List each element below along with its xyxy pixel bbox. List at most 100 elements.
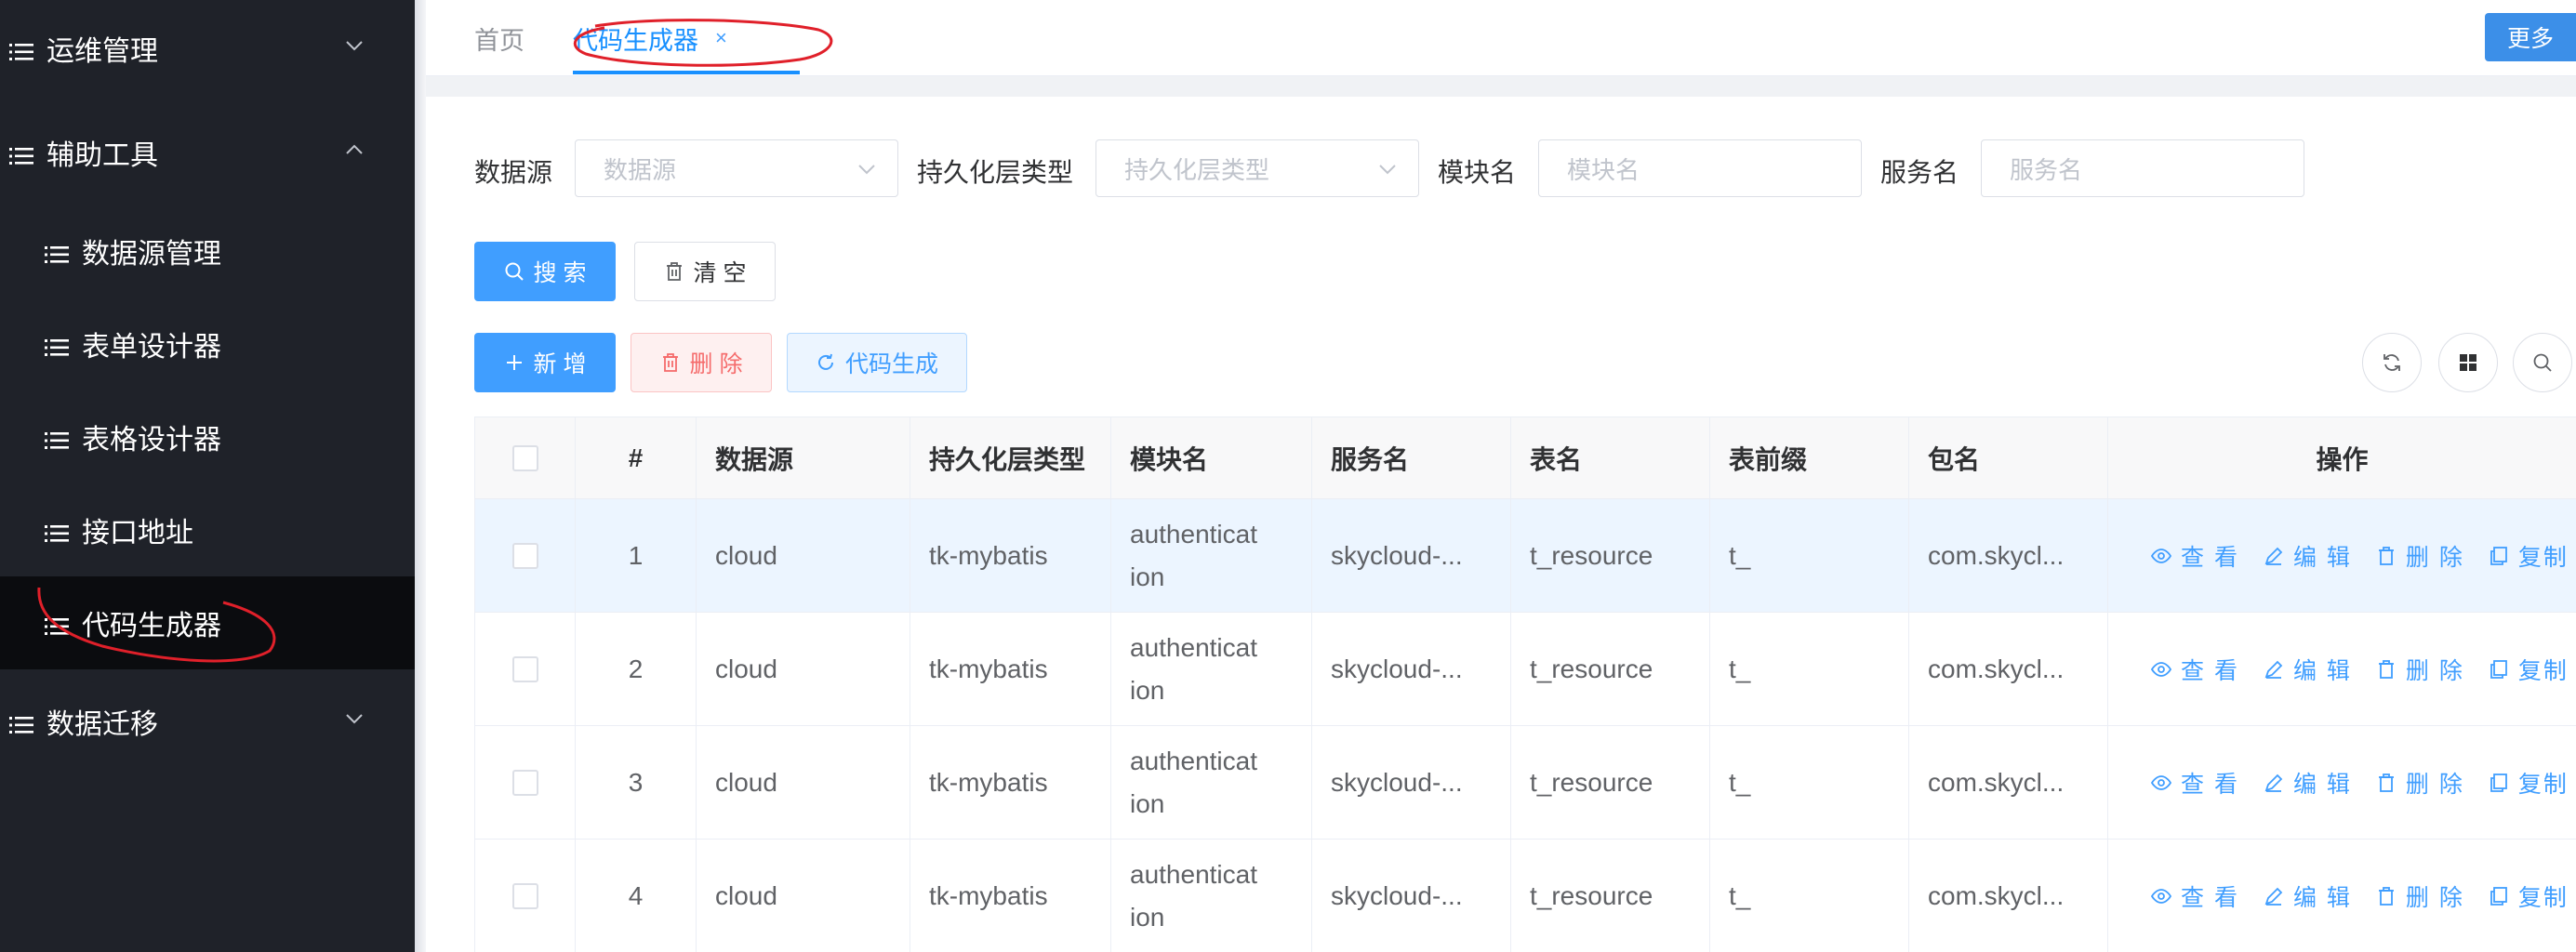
chevron-down-icon bbox=[346, 41, 363, 51]
refresh-table-button[interactable] bbox=[2362, 333, 2422, 392]
pencil-icon bbox=[2264, 774, 2283, 792]
row-service: skycloud-... bbox=[1312, 840, 1511, 952]
edit-button[interactable]: 编 辑 bbox=[2264, 879, 2352, 913]
list-icon bbox=[9, 711, 33, 734]
module-name-label: 模块名 bbox=[1438, 158, 1517, 187]
delete-label: 删 除 bbox=[2405, 884, 2464, 911]
header-cell: 持久化层类型 bbox=[910, 417, 1111, 498]
row-package: com.skycl... bbox=[1909, 840, 2108, 952]
copy-icon bbox=[2490, 886, 2507, 906]
row-datasource: cloud bbox=[697, 499, 910, 612]
delete-label: 删 除 bbox=[2405, 544, 2464, 571]
copy-icon bbox=[2490, 546, 2507, 565]
row-actions: 查 看 编 辑 删 除 复制 bbox=[2108, 840, 2576, 952]
row-datasource: cloud bbox=[697, 613, 910, 725]
more-button[interactable]: 更多 bbox=[2485, 13, 2576, 61]
search-button[interactable]: 搜 索 bbox=[474, 242, 616, 301]
persist-type-select[interactable]: 持久化层类型 bbox=[1095, 139, 1419, 197]
row-select-cell bbox=[475, 613, 576, 725]
close-icon[interactable]: × bbox=[715, 26, 727, 50]
add-button-label: 新 增 bbox=[533, 351, 587, 377]
sidebar-item-api-address[interactable]: 接口地址 bbox=[0, 483, 415, 576]
row-package: com.skycl... bbox=[1909, 726, 2108, 839]
row-module-cell: authentication bbox=[1111, 499, 1312, 612]
view-button[interactable]: 查 看 bbox=[2151, 539, 2239, 573]
row-table-name: t_resource bbox=[1511, 613, 1710, 725]
columns-toggle-button[interactable] bbox=[2438, 333, 2498, 392]
service-name-label: 服务名 bbox=[1880, 158, 1959, 187]
grid-icon bbox=[2460, 354, 2476, 371]
copy-button[interactable]: 复制 bbox=[2489, 653, 2569, 686]
main-content: 数据源 数据源 持久化层类型 持久化层类型 模块名 模块名 服务名 服务名 搜 … bbox=[426, 97, 2576, 952]
delete-row-button[interactable]: 删 除 bbox=[2376, 539, 2464, 573]
eye-icon bbox=[2151, 548, 2171, 563]
row-index: 3 bbox=[576, 726, 697, 839]
row-checkbox[interactable] bbox=[511, 542, 538, 569]
tab-home[interactable]: 首页 bbox=[474, 0, 524, 76]
tab-bar: 首页 代码生成器 × 更多 bbox=[426, 0, 2576, 76]
table-row[interactable]: 2 cloud tk-mybatis authentication skyclo… bbox=[475, 613, 2576, 726]
delete-row-button[interactable]: 删 除 bbox=[2376, 879, 2464, 913]
row-prefix: t_ bbox=[1710, 840, 1909, 952]
generate-code-button-label: 代码生成 bbox=[844, 351, 938, 377]
sidebar-item-tools[interactable]: 辅助工具 bbox=[0, 106, 415, 199]
row-checkbox[interactable] bbox=[511, 769, 538, 796]
module-name-input[interactable]: 模块名 bbox=[1538, 139, 1862, 197]
copy-button[interactable]: 复制 bbox=[2489, 766, 2569, 800]
view-button[interactable]: 查 看 bbox=[2151, 879, 2239, 913]
edit-button[interactable]: 编 辑 bbox=[2264, 539, 2352, 573]
row-checkbox[interactable] bbox=[511, 882, 538, 909]
row-index: 4 bbox=[576, 840, 697, 952]
delete-row-button[interactable]: 删 除 bbox=[2376, 766, 2464, 800]
view-button[interactable]: 查 看 bbox=[2151, 653, 2239, 686]
sidebar-item-datasource[interactable]: 数据源管理 bbox=[0, 205, 415, 298]
row-checkbox[interactable] bbox=[511, 655, 538, 682]
view-label: 查 看 bbox=[2181, 884, 2239, 911]
edit-label: 编 辑 bbox=[2292, 657, 2352, 684]
sidebar-item-label: 表单设计器 bbox=[82, 332, 221, 363]
copy-label: 复制 bbox=[2517, 544, 2569, 571]
module-name-placeholder: 模块名 bbox=[1567, 155, 1640, 184]
tab-code-generator[interactable]: 代码生成器 × bbox=[573, 0, 727, 76]
row-module-cell: authentication bbox=[1111, 613, 1312, 725]
delete-row-button[interactable]: 删 除 bbox=[2376, 653, 2464, 686]
edit-button[interactable]: 编 辑 bbox=[2264, 653, 2352, 686]
row-table-name: t_resource bbox=[1511, 840, 1710, 952]
table-row[interactable]: 3 cloud tk-mybatis authentication skyclo… bbox=[475, 726, 2576, 840]
sidebar-item-table-designer[interactable]: 表格设计器 bbox=[0, 390, 415, 483]
service-name-input[interactable]: 服务名 bbox=[1981, 139, 2304, 197]
row-module: authentication bbox=[1130, 746, 1257, 818]
view-button[interactable]: 查 看 bbox=[2151, 766, 2239, 800]
delete-button[interactable]: 删 除 bbox=[631, 333, 772, 392]
sidebar-item-form-designer[interactable]: 表单设计器 bbox=[0, 298, 415, 390]
view-label: 查 看 bbox=[2181, 657, 2239, 684]
trash-icon bbox=[2378, 773, 2394, 792]
sidebar-item-code-generator[interactable]: 代码生成器 bbox=[0, 576, 415, 669]
row-prefix: t_ bbox=[1710, 726, 1909, 839]
clear-button[interactable]: 清 空 bbox=[634, 242, 776, 301]
sidebar-item-data-migration[interactable]: 数据迁移 bbox=[0, 675, 415, 768]
row-module: authentication bbox=[1130, 519, 1257, 591]
select-all-checkbox[interactable] bbox=[511, 444, 538, 471]
list-icon bbox=[45, 427, 69, 449]
search-icon bbox=[2533, 353, 2552, 372]
datasource-placeholder: 数据源 bbox=[604, 155, 677, 184]
toggle-search-button[interactable] bbox=[2513, 333, 2572, 392]
sidebar-item-label: 辅助工具 bbox=[46, 140, 158, 171]
copy-button[interactable]: 复制 bbox=[2489, 539, 2569, 573]
table-row[interactable]: 4 cloud tk-mybatis authentication skyclo… bbox=[475, 840, 2576, 952]
header-cell: 模块名 bbox=[1111, 417, 1312, 498]
delete-label: 删 除 bbox=[2405, 657, 2464, 684]
copy-button[interactable]: 复制 bbox=[2489, 879, 2569, 913]
list-icon bbox=[9, 38, 33, 60]
view-label: 查 看 bbox=[2181, 544, 2239, 571]
trash-icon bbox=[2378, 886, 2394, 906]
row-datasource: cloud bbox=[697, 840, 910, 952]
datasource-select[interactable]: 数据源 bbox=[575, 139, 898, 197]
edit-button[interactable]: 编 辑 bbox=[2264, 766, 2352, 800]
sidebar-item-ops[interactable]: 运维管理 bbox=[0, 2, 415, 95]
generate-code-button[interactable]: 代码生成 bbox=[787, 333, 967, 392]
search-icon bbox=[504, 261, 524, 282]
table-row[interactable]: 1 cloud tk-mybatis authentication skyclo… bbox=[475, 499, 2576, 613]
add-button[interactable]: 新 增 bbox=[474, 333, 616, 392]
